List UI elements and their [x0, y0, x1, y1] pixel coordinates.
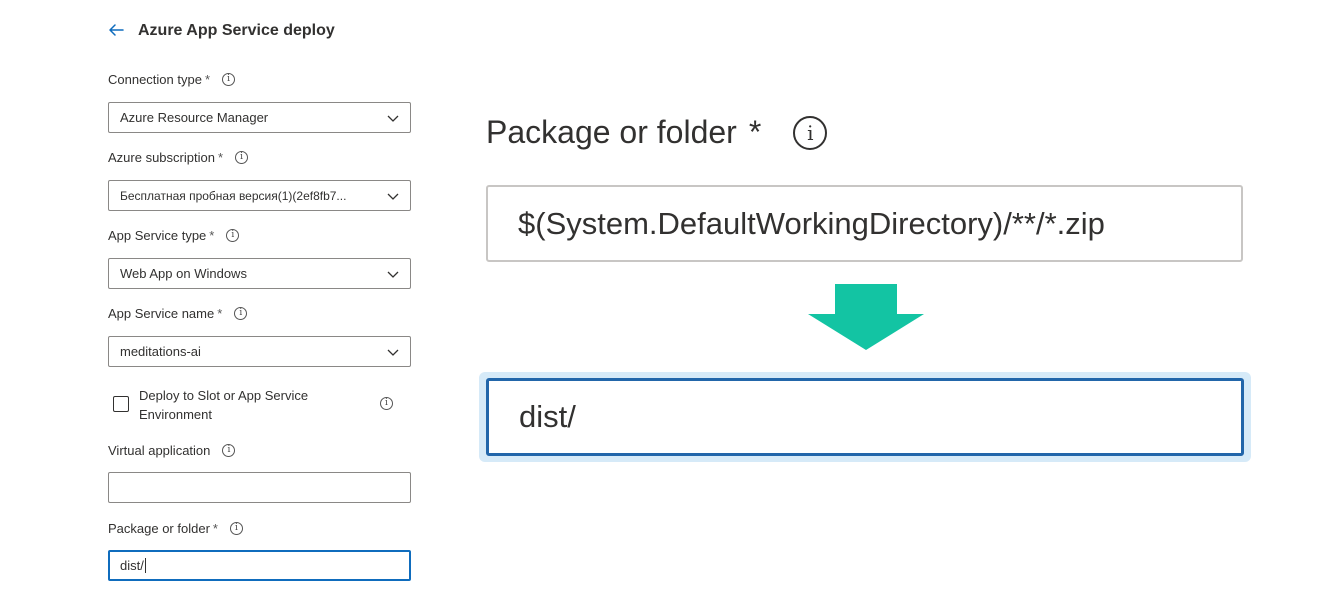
app-service-name-select[interactable]: meditations-ai — [108, 336, 411, 367]
azure-subscription-label: Azure subscription * i — [108, 150, 249, 165]
zoom-old-value-box: $(System.DefaultWorkingDirectory)/**/*.z… — [486, 185, 1243, 262]
text-cursor — [144, 558, 146, 573]
deploy-to-slot-label[interactable]: Deploy to Slot or App Service Environmen… — [139, 386, 359, 424]
panel-title: Azure App Service deploy — [138, 22, 335, 39]
info-icon: i — [793, 115, 828, 150]
package-or-folder-input[interactable]: dist/ — [108, 550, 411, 581]
azure-subscription-select[interactable]: Бесплатная пробная версия(1)(2ef8fb7... — [108, 180, 411, 211]
info-icon[interactable]: i — [235, 151, 249, 164]
zoom-package-label: Package or folder * i — [486, 114, 828, 151]
back-arrow-icon[interactable] — [104, 18, 128, 42]
info-icon[interactable]: i — [229, 522, 243, 535]
info-icon[interactable]: i — [222, 73, 236, 86]
deploy-to-slot-checkbox[interactable] — [113, 396, 129, 412]
info-icon[interactable]: i — [380, 397, 393, 410]
chevron-down-icon — [387, 193, 399, 200]
connection-type-label: Connection type * i — [108, 72, 236, 87]
app-service-name-label: App Service name * i — [108, 306, 248, 321]
info-icon[interactable]: i — [226, 229, 240, 242]
connection-type-select[interactable]: Azure Resource Manager — [108, 102, 411, 133]
package-or-folder-label: Package or folder * i — [108, 521, 243, 536]
chevron-down-icon — [387, 349, 399, 356]
info-icon[interactable]: i — [222, 444, 236, 457]
down-arrow-icon — [808, 284, 924, 350]
virtual-application-input[interactable] — [108, 472, 411, 503]
app-service-type-select[interactable]: Web App on Windows — [108, 258, 411, 289]
info-icon[interactable]: i — [234, 307, 248, 320]
virtual-application-label: Virtual application i — [108, 443, 236, 458]
chevron-down-icon — [387, 115, 399, 122]
app-service-type-label: App Service type * i — [108, 228, 240, 243]
zoom-new-value-box: dist/ — [486, 378, 1244, 456]
chevron-down-icon — [387, 271, 399, 278]
